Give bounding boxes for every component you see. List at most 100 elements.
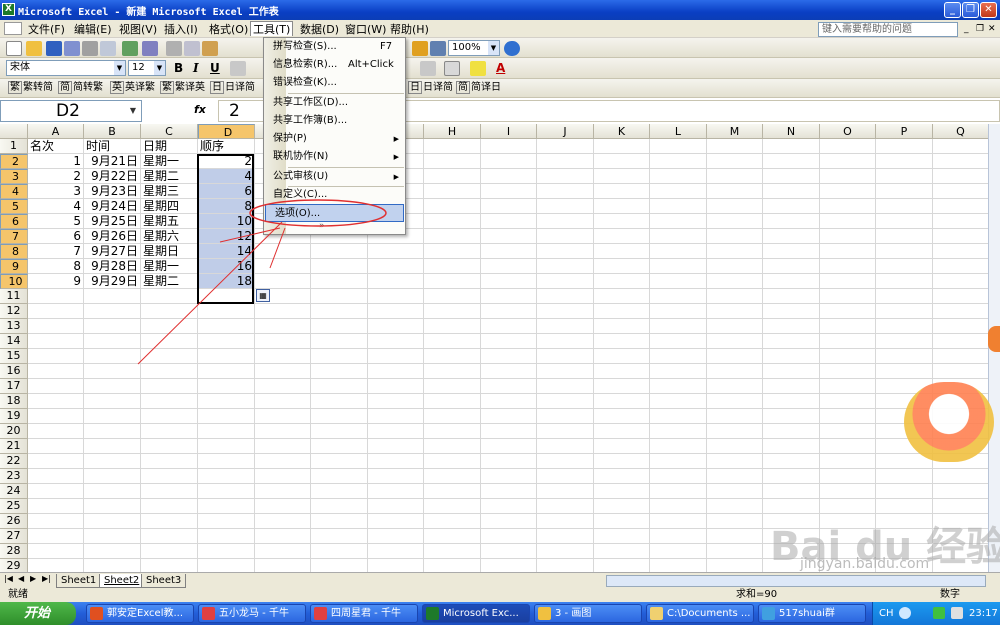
empty-cell[interactable] — [198, 289, 255, 304]
empty-cell[interactable] — [424, 289, 481, 304]
empty-cell[interactable] — [198, 334, 255, 349]
empty-cell[interactable] — [594, 469, 650, 484]
next-sheet-icon[interactable]: ▶ — [30, 574, 36, 583]
font-name-select[interactable]: 宋体 ▼ — [6, 60, 126, 76]
empty-cell[interactable] — [876, 244, 933, 259]
empty-cell[interactable] — [255, 469, 311, 484]
empty-cell[interactable] — [198, 469, 255, 484]
row-header[interactable]: 12 — [0, 304, 28, 319]
data-cell[interactable]: 2 — [28, 169, 84, 184]
empty-cell[interactable] — [650, 379, 707, 394]
empty-cell[interactable] — [141, 379, 198, 394]
empty-cell[interactable] — [876, 184, 933, 199]
row-header[interactable]: 15 — [0, 349, 28, 364]
empty-cell[interactable] — [424, 529, 481, 544]
empty-cell[interactable] — [933, 499, 989, 514]
empty-cell[interactable] — [255, 379, 311, 394]
empty-cell[interactable] — [537, 214, 594, 229]
empty-cell[interactable] — [424, 169, 481, 184]
empty-cell[interactable] — [424, 409, 481, 424]
empty-cell[interactable] — [28, 469, 84, 484]
empty-cell[interactable] — [650, 424, 707, 439]
empty-cell[interactable] — [28, 379, 84, 394]
empty-cell[interactable] — [368, 259, 424, 274]
empty-cell[interactable] — [707, 514, 763, 529]
row-header[interactable]: 18 — [0, 394, 28, 409]
empty-cell[interactable] — [28, 484, 84, 499]
empty-cell[interactable] — [255, 409, 311, 424]
data-cell[interactable]: 星期二 — [141, 169, 198, 184]
empty-cell[interactable] — [707, 439, 763, 454]
spelling-icon[interactable] — [122, 41, 138, 56]
translate-trad-to-en-button[interactable]: 繁繁译英 — [160, 80, 205, 96]
empty-cell[interactable] — [481, 514, 537, 529]
tab-sheet3[interactable]: Sheet3 — [141, 574, 187, 588]
empty-cell[interactable] — [933, 319, 989, 334]
empty-cell[interactable] — [933, 199, 989, 214]
empty-cell[interactable] — [537, 304, 594, 319]
font-size-select[interactable]: 12 ▼ — [128, 60, 166, 76]
data-cell[interactable]: 星期日 — [141, 244, 198, 259]
italic-button[interactable]: I — [193, 60, 199, 76]
empty-cell[interactable] — [876, 349, 933, 364]
empty-cell[interactable] — [368, 529, 424, 544]
empty-cell[interactable] — [368, 514, 424, 529]
empty-cell[interactable] — [933, 259, 989, 274]
empty-cell[interactable] — [255, 349, 311, 364]
empty-cell[interactable] — [537, 229, 594, 244]
empty-cell[interactable] — [537, 244, 594, 259]
empty-cell[interactable] — [481, 274, 537, 289]
data-cell[interactable]: 8 — [198, 199, 255, 214]
data-cell[interactable]: 10 — [198, 214, 255, 229]
row-header[interactable]: 27 — [0, 529, 28, 544]
bold-button[interactable]: B — [174, 60, 183, 76]
empty-cell[interactable] — [650, 229, 707, 244]
empty-cell[interactable] — [198, 514, 255, 529]
empty-cell[interactable] — [311, 469, 368, 484]
data-cell[interactable]: 9 — [28, 274, 84, 289]
empty-cell[interactable] — [820, 469, 876, 484]
empty-cell[interactable] — [763, 469, 820, 484]
menu-item-online-collab[interactable]: 联机协作(N) ▶ — [264, 148, 405, 166]
row-header[interactable]: 4 — [0, 184, 28, 199]
menu-insert[interactable]: 插入(I) — [162, 22, 200, 37]
empty-cell[interactable] — [481, 454, 537, 469]
empty-cell[interactable] — [255, 274, 311, 289]
empty-cell[interactable] — [198, 544, 255, 559]
empty-cell[interactable] — [650, 514, 707, 529]
empty-cell[interactable] — [594, 439, 650, 454]
empty-cell[interactable] — [424, 379, 481, 394]
data-cell[interactable]: 6 — [28, 229, 84, 244]
empty-cell[interactable] — [707, 304, 763, 319]
empty-cell[interactable] — [933, 469, 989, 484]
empty-cell[interactable] — [594, 184, 650, 199]
column-header-i[interactable]: I — [481, 124, 537, 139]
language-indicator[interactable]: CH — [879, 602, 894, 625]
empty-cell[interactable] — [763, 439, 820, 454]
empty-cell[interactable] — [537, 349, 594, 364]
data-cell[interactable]: 1 — [28, 154, 84, 169]
convert-simp-to-trad-button[interactable]: 简简转繁 — [58, 80, 103, 96]
empty-cell[interactable] — [537, 514, 594, 529]
empty-cell[interactable] — [933, 139, 989, 154]
empty-cell[interactable] — [763, 289, 820, 304]
empty-cell[interactable] — [141, 334, 198, 349]
last-sheet-icon[interactable]: ▶| — [42, 574, 51, 583]
empty-cell[interactable] — [537, 379, 594, 394]
empty-cell[interactable] — [28, 334, 84, 349]
borders-icon[interactable] — [444, 61, 460, 76]
doc-minimize-icon[interactable]: _ — [962, 22, 971, 37]
empty-cell[interactable] — [650, 544, 707, 559]
row-header[interactable]: 25 — [0, 499, 28, 514]
empty-cell[interactable] — [424, 304, 481, 319]
empty-cell[interactable] — [424, 349, 481, 364]
empty-cell[interactable] — [820, 409, 876, 424]
empty-cell[interactable] — [84, 544, 141, 559]
volume-icon[interactable] — [951, 607, 963, 619]
empty-cell[interactable] — [141, 409, 198, 424]
menu-item-formula-audit[interactable]: 公式审核(U) ▶ — [264, 168, 405, 186]
cut-icon[interactable] — [166, 41, 182, 56]
empty-cell[interactable] — [707, 349, 763, 364]
empty-cell[interactable] — [368, 499, 424, 514]
empty-cell[interactable] — [594, 424, 650, 439]
